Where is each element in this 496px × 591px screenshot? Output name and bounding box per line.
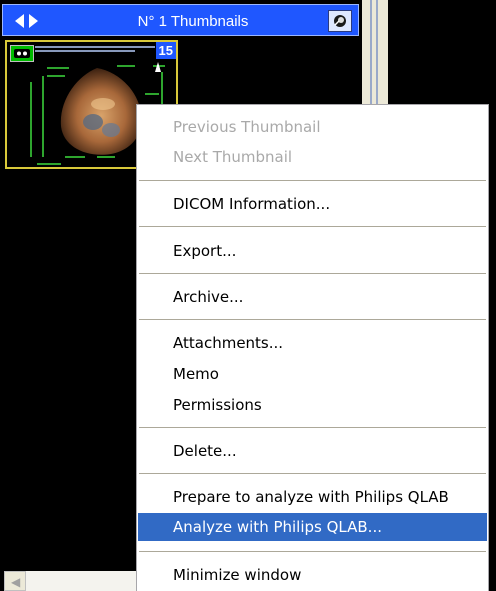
menu-separator [139, 551, 486, 552]
menu-item-dicom-information[interactable]: DICOM Information... [138, 190, 487, 218]
menu-item-label: Analyze with Philips QLAB... [173, 518, 382, 536]
menu-separator [139, 473, 486, 474]
scroll-left-icon: ◀ [11, 575, 21, 589]
scroll-left-button[interactable]: ◀ [4, 571, 26, 591]
menu-separator [139, 180, 486, 181]
thumbnail-count-badge: 15 [155, 42, 176, 59]
menu-item-label: Attachments... [173, 334, 284, 352]
menu-item-label: Minimize window [173, 566, 302, 584]
menu-item-previous-thumbnail[interactable]: Previous Thumbnail [138, 113, 487, 141]
menu-item-minimize-window[interactable]: Minimize window [138, 561, 487, 589]
arrow-right-icon[interactable] [29, 14, 38, 28]
menu-item-analyze-qlab[interactable]: Analyze with Philips QLAB... [138, 513, 487, 541]
menu-item-permissions[interactable]: Permissions [138, 391, 487, 419]
menu-item-label: Previous Thumbnail [173, 118, 321, 136]
menu-item-prepare-qlab[interactable]: Prepare to analyze with Philips QLAB [138, 483, 487, 511]
menu-item-label: Permissions [173, 396, 262, 414]
menu-item-label: Export... [173, 242, 237, 260]
menu-item-next-thumbnail[interactable]: Next Thumbnail [138, 143, 487, 171]
menu-separator [139, 319, 486, 320]
arrow-left-icon[interactable] [15, 14, 24, 28]
panel-title-bar: N° 1 Thumbnails [2, 4, 359, 36]
settings-button[interactable] [328, 10, 352, 32]
panel-title: N° 1 Thumbnails [137, 13, 249, 30]
settings-icon [334, 15, 346, 27]
menu-item-label: DICOM Information... [173, 195, 331, 213]
menu-item-label: Delete... [173, 442, 237, 460]
menu-item-label: Memo [173, 365, 219, 383]
menu-separator [139, 427, 486, 428]
menu-item-export[interactable]: Export... [138, 237, 487, 265]
horizontal-scrollbar[interactable] [26, 571, 136, 591]
menu-separator [139, 273, 486, 274]
context-menu: Previous Thumbnail Next Thumbnail DICOM … [136, 104, 489, 591]
menu-item-attachments[interactable]: Attachments... [138, 329, 487, 357]
menu-item-label: Archive... [173, 288, 244, 306]
menu-item-label: Prepare to analyze with Philips QLAB [173, 488, 449, 506]
menu-separator [139, 226, 486, 227]
menu-item-delete[interactable]: Delete... [138, 437, 487, 465]
menu-item-archive[interactable]: Archive... [138, 283, 487, 311]
ultrasound-probe-icon [10, 45, 34, 62]
menu-item-label: Next Thumbnail [173, 148, 293, 166]
menu-item-memo[interactable]: Memo [138, 360, 487, 388]
